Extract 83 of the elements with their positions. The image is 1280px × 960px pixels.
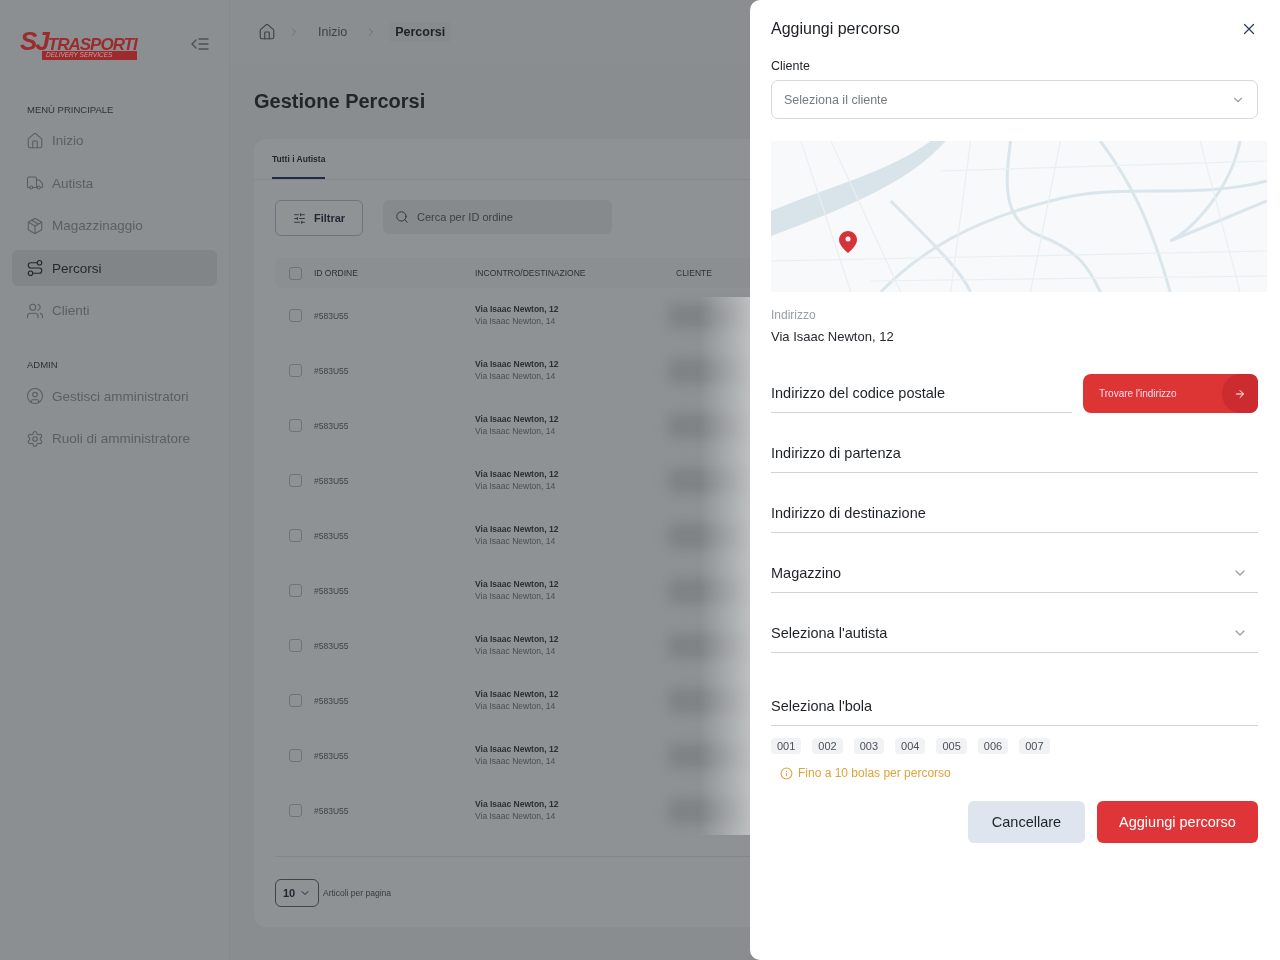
checkbox[interactable] <box>289 804 302 817</box>
pickup-address: Via Isaac Newton, 12 <box>475 359 560 371</box>
nav-icon <box>26 174 44 192</box>
client-select[interactable]: Seleziona il cliente <box>771 80 1258 119</box>
address-value: Via Isaac Newton, 12 <box>771 329 895 344</box>
nav-icon <box>26 387 44 405</box>
tag[interactable]: 007 <box>1019 738 1050 754</box>
checkbox[interactable] <box>289 419 302 432</box>
page-title: Gestione Percorsi <box>254 90 426 113</box>
order-id: #583U55 <box>314 585 349 596</box>
column-header: ID ORDINE <box>314 268 358 278</box>
pickup-address: Via Isaac Newton, 12 <box>475 689 560 701</box>
checkbox[interactable] <box>289 309 302 322</box>
postal-code-field[interactable]: Indirizzo del codice postale <box>771 374 1072 413</box>
order-id: #583U55 <box>314 805 349 816</box>
panel-title: Aggiungi percorso <box>771 20 900 38</box>
nav-icon <box>26 216 44 235</box>
order-id: #583U55 <box>314 365 349 376</box>
text-field[interactable]: Seleziona l'bola <box>771 687 1258 726</box>
nav-icon <box>26 131 44 150</box>
order-id: #583U55 <box>314 640 349 651</box>
filter-button[interactable]: Filtrar <box>275 200 363 236</box>
find-address-button[interactable]: Trovare l'indirizzo <box>1083 374 1258 413</box>
filter-icon <box>292 211 306 225</box>
search-field[interactable]: Cerca per ID ordine <box>383 200 612 234</box>
tag[interactable]: 006 <box>977 738 1009 754</box>
collapse-icon[interactable] <box>191 36 209 51</box>
home-icon[interactable] <box>258 23 276 41</box>
field-label: Cliente <box>771 59 811 73</box>
address-label: Indirizzo <box>771 308 817 322</box>
search-icon <box>395 210 409 224</box>
order-id: #583U55 <box>314 475 349 486</box>
tag[interactable]: 001 <box>771 738 802 754</box>
column-header: INCONTRO/DESTINAZIONE <box>475 268 586 278</box>
tag[interactable]: 005 <box>936 738 967 754</box>
order-id: #583U55 <box>314 750 349 761</box>
text-field[interactable]: Indirizzo di partenza <box>771 434 1258 473</box>
pickup-address: Via Isaac Newton, 12 <box>475 799 560 811</box>
checkbox[interactable] <box>289 266 302 280</box>
page-size-label: Articoli per pagina <box>323 888 392 898</box>
checkbox[interactable] <box>289 364 302 377</box>
checkbox[interactable] <box>289 639 302 652</box>
checkbox[interactable] <box>289 694 302 707</box>
order-id: #583U55 <box>314 310 349 321</box>
nav-label: Percorsi <box>52 260 102 276</box>
breadcrumb-link[interactable]: Percorsi <box>389 22 452 42</box>
pickup-address: Via Isaac Newton, 12 <box>475 634 560 646</box>
pickup-address: Via Isaac Newton, 12 <box>475 524 560 536</box>
pickup-address: Via Isaac Newton, 12 <box>475 744 560 756</box>
checkbox[interactable] <box>289 584 302 597</box>
section-heading: ADMIN <box>26 359 59 370</box>
checkbox[interactable] <box>289 529 302 542</box>
text-field[interactable]: Indirizzo di destinazione <box>771 494 1258 533</box>
checkbox[interactable] <box>289 474 302 487</box>
pickup-address: Via Isaac Newton, 12 <box>475 414 560 426</box>
tag[interactable]: 004 <box>895 738 926 754</box>
info-icon <box>780 766 793 780</box>
page-size-select[interactable]: 10 <box>275 879 319 907</box>
hint-text: Fino a 10 bolas per percorso <box>798 766 951 780</box>
logo-mark: SJ <box>20 28 48 54</box>
select-field[interactable]: Magazzino <box>771 554 1258 593</box>
submit-button[interactable]: Aggiungi percorso <box>1097 801 1258 843</box>
order-id: #583U55 <box>314 530 349 541</box>
cancel-button[interactable]: Cancellare <box>968 801 1085 843</box>
pickup-address: Via Isaac Newton, 12 <box>475 469 560 481</box>
tag[interactable]: 003 <box>853 738 885 754</box>
order-id: #583U55 <box>314 695 349 706</box>
tag[interactable]: 002 <box>812 738 843 754</box>
section-heading: MENÙ PRINCIPALE <box>26 103 115 115</box>
order-id: #583U55 <box>314 420 349 431</box>
arrow-right-icon <box>1234 387 1246 400</box>
pickup-address: Via Isaac Newton, 12 <box>475 579 560 591</box>
column-header: CLIENTE <box>676 268 712 278</box>
nav-icon <box>26 259 44 277</box>
map-pin-icon <box>839 231 857 253</box>
nav-icon <box>26 429 44 448</box>
pickup-address: Via Isaac Newton, 12 <box>475 304 560 316</box>
nav-icon <box>26 301 44 320</box>
breadcrumb-link[interactable]: Inizio <box>312 22 354 42</box>
nav-item[interactable]: Percorsi <box>12 250 217 286</box>
select-field[interactable]: Seleziona l'autista <box>771 614 1258 653</box>
tab[interactable]: Tutti i Autista <box>272 154 326 179</box>
checkbox[interactable] <box>289 749 302 762</box>
